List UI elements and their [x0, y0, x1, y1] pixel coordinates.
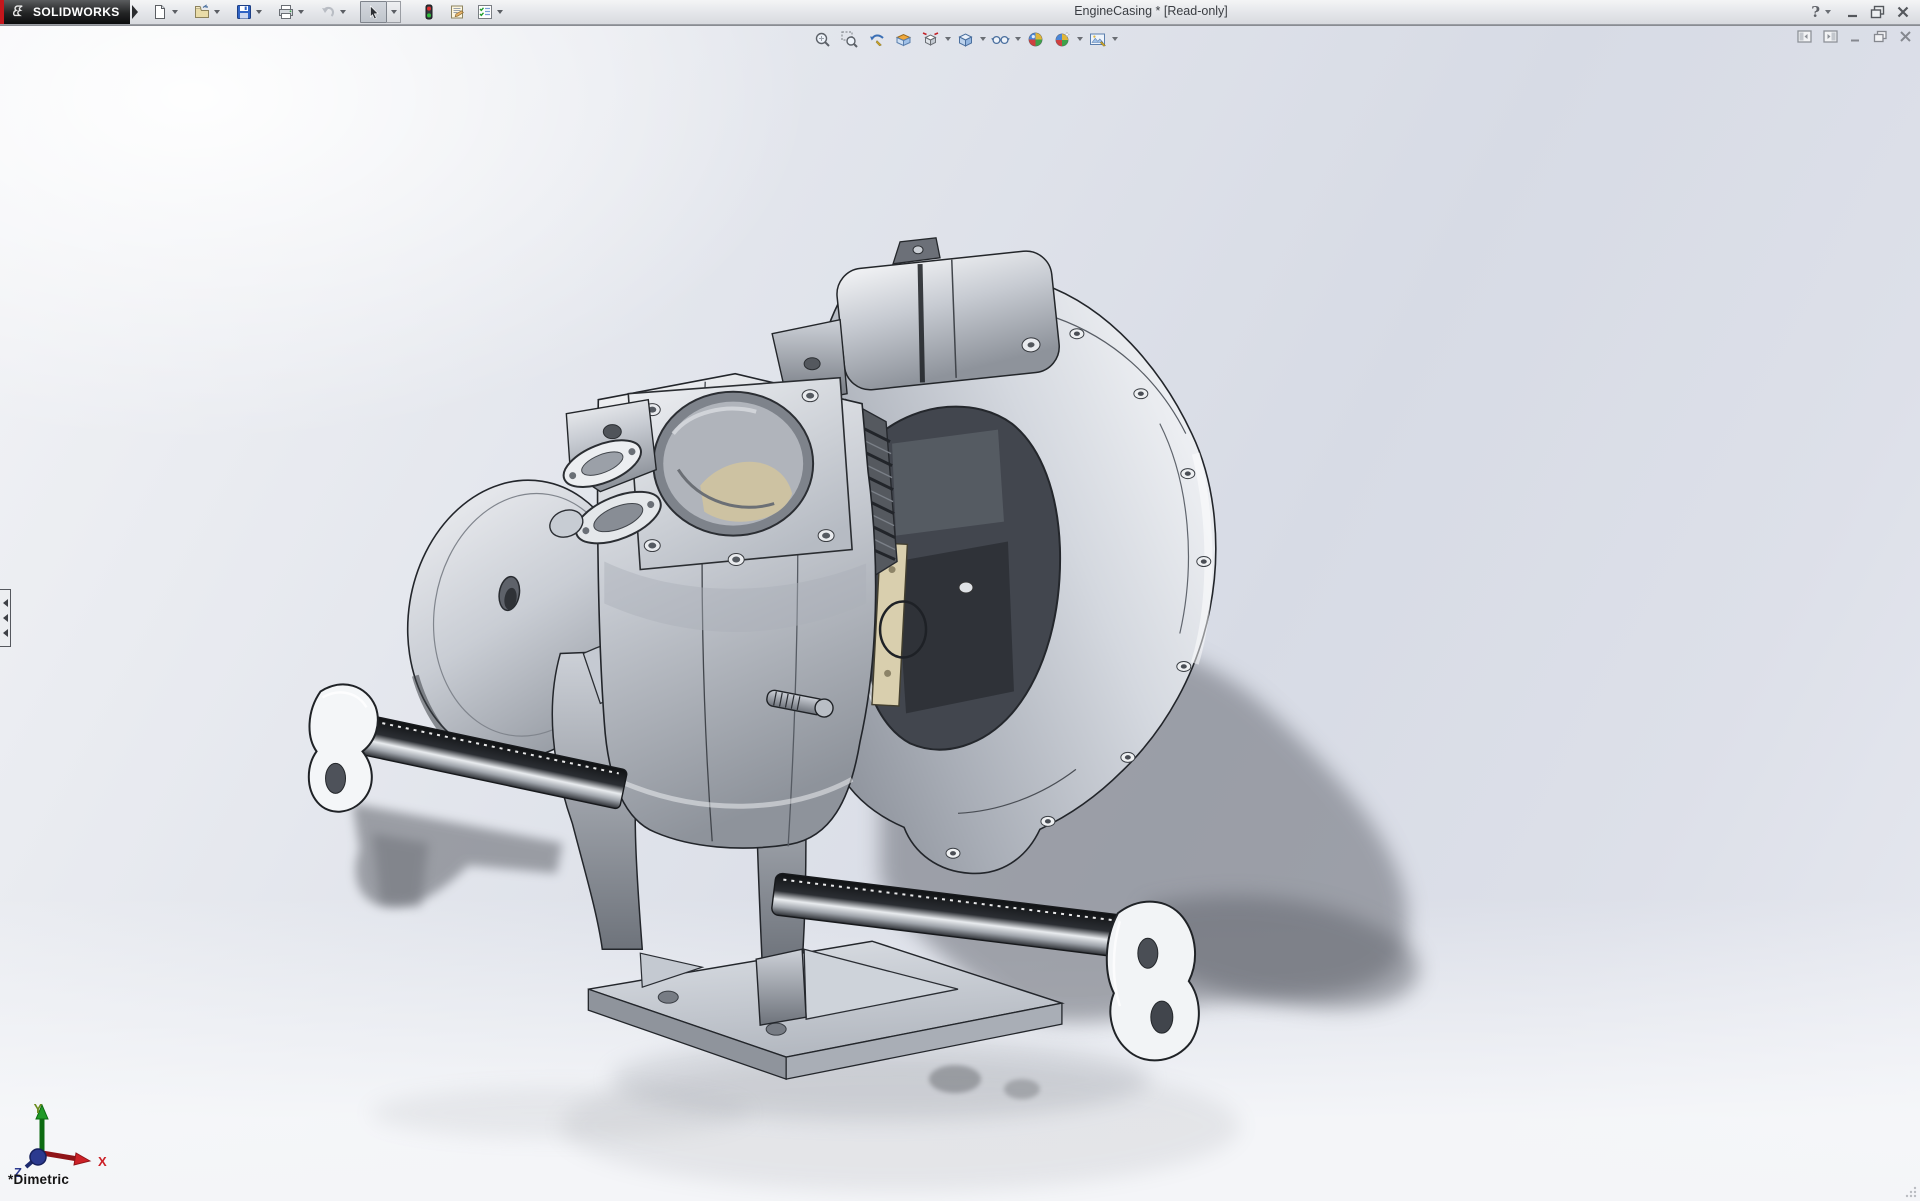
open-button[interactable]	[192, 3, 211, 22]
save-icon	[236, 5, 251, 19]
options-icon	[477, 5, 492, 19]
document-minimize-button[interactable]	[1849, 30, 1862, 43]
restore-button[interactable]	[1870, 5, 1886, 19]
file-properties-button[interactable]	[447, 3, 466, 22]
display-style-button[interactable]	[955, 29, 976, 49]
help-button[interactable]: ?	[1811, 3, 1836, 21]
select-cursor-icon	[369, 4, 379, 19]
view-settings-button[interactable]	[1087, 29, 1108, 49]
show-left-pane-button[interactable]	[1797, 30, 1812, 43]
view-orientation-caret[interactable]	[945, 37, 951, 41]
print-icon	[278, 5, 293, 19]
document-window-controls	[1797, 30, 1912, 43]
view-settings-caret[interactable]	[1112, 37, 1118, 41]
app-logo: SOLIDWORKS	[4, 0, 130, 24]
triad-x-label: X	[98, 1154, 107, 1169]
new-document-caret[interactable]	[172, 10, 178, 14]
window-controls: ?	[1811, 3, 1910, 21]
zoom-to-area-icon	[841, 30, 858, 48]
zoom-to-fit-button[interactable]	[812, 29, 833, 49]
new-document-button[interactable]	[150, 3, 169, 22]
solidworks-window: SOLIDWORKS EngineCasing * [Read-only] ? …	[0, 0, 1920, 1201]
section-view-icon	[895, 33, 912, 46]
view-orientation-label: *Dimetric	[8, 1172, 70, 1187]
options-caret[interactable]	[497, 10, 503, 14]
view-orientation-button[interactable]	[920, 29, 941, 49]
document-close-button[interactable]	[1899, 30, 1912, 43]
rebuild-button[interactable]	[419, 3, 438, 22]
solidworks-logo-icon	[12, 5, 23, 17]
feature-manager-collapsed-tab[interactable]	[0, 589, 11, 647]
display-style-caret[interactable]	[980, 37, 986, 41]
rebuild-traffic-light-icon	[425, 4, 432, 20]
close-button[interactable]	[1896, 5, 1910, 19]
headsup-view-toolbar	[812, 29, 1122, 49]
engine-casing-model[interactable]	[0, 26, 1920, 1201]
edit-appearance-button[interactable]	[1025, 29, 1046, 49]
print-caret[interactable]	[298, 10, 304, 14]
undo-caret[interactable]	[340, 10, 346, 14]
save-button[interactable]	[234, 3, 253, 22]
options-button[interactable]	[475, 3, 494, 22]
previous-view-icon	[870, 34, 884, 46]
hide-show-items-caret[interactable]	[1015, 37, 1021, 41]
apply-scene-button[interactable]	[1052, 29, 1073, 49]
menu-flyout-arrow-icon[interactable]	[132, 5, 138, 19]
triad-y-label: Y	[34, 1101, 43, 1116]
expand-pane-arrow-icon	[2, 614, 8, 622]
view-settings-icon	[1089, 33, 1106, 47]
new-document-icon	[154, 5, 165, 19]
file-properties-icon	[450, 5, 464, 19]
minimize-button[interactable]	[1846, 5, 1860, 19]
title-bar: SOLIDWORKS EngineCasing * [Read-only] ?	[0, 0, 1920, 25]
apply-scene-icon	[1055, 30, 1071, 46]
hide-show-items-button[interactable]	[990, 29, 1011, 49]
save-caret[interactable]	[256, 10, 262, 14]
resize-grip[interactable]	[1905, 1186, 1917, 1198]
document-restore-button[interactable]	[1873, 30, 1888, 43]
previous-view-button[interactable]	[866, 29, 887, 49]
display-style-icon	[958, 32, 973, 47]
graphics-viewport[interactable]: Y X Z *Dimetric	[0, 25, 1920, 1201]
zoom-to-area-button[interactable]	[839, 29, 860, 49]
section-view-button[interactable]	[893, 29, 914, 49]
expand-pane-arrow-icon	[2, 629, 8, 637]
print-button[interactable]	[276, 3, 295, 22]
undo-icon	[321, 6, 334, 17]
show-right-pane-button[interactable]	[1823, 30, 1838, 43]
reference-triad: Y X Z	[14, 1101, 107, 1179]
undo-button[interactable]	[318, 3, 337, 22]
open-icon	[194, 4, 209, 18]
view-orientation-icon	[922, 31, 939, 46]
select-tool-button[interactable]	[360, 1, 387, 23]
hide-show-items-icon	[991, 35, 1010, 44]
edit-appearance-icon	[1028, 32, 1043, 46]
cylinder-bore[interactable]	[652, 390, 815, 537]
select-tool-caret[interactable]	[387, 1, 401, 23]
zoom-to-fit-icon	[815, 32, 830, 47]
main-toolbar	[150, 1, 508, 23]
apply-scene-caret[interactable]	[1077, 37, 1083, 41]
open-caret[interactable]	[214, 10, 220, 14]
help-caret	[1825, 10, 1831, 14]
logo-text: SOLIDWORKS	[33, 5, 120, 19]
expand-pane-arrow-icon	[2, 599, 8, 607]
help-icon: ?	[1811, 3, 1820, 21]
document-title: EngineCasing * [Read-only]	[1074, 4, 1228, 18]
